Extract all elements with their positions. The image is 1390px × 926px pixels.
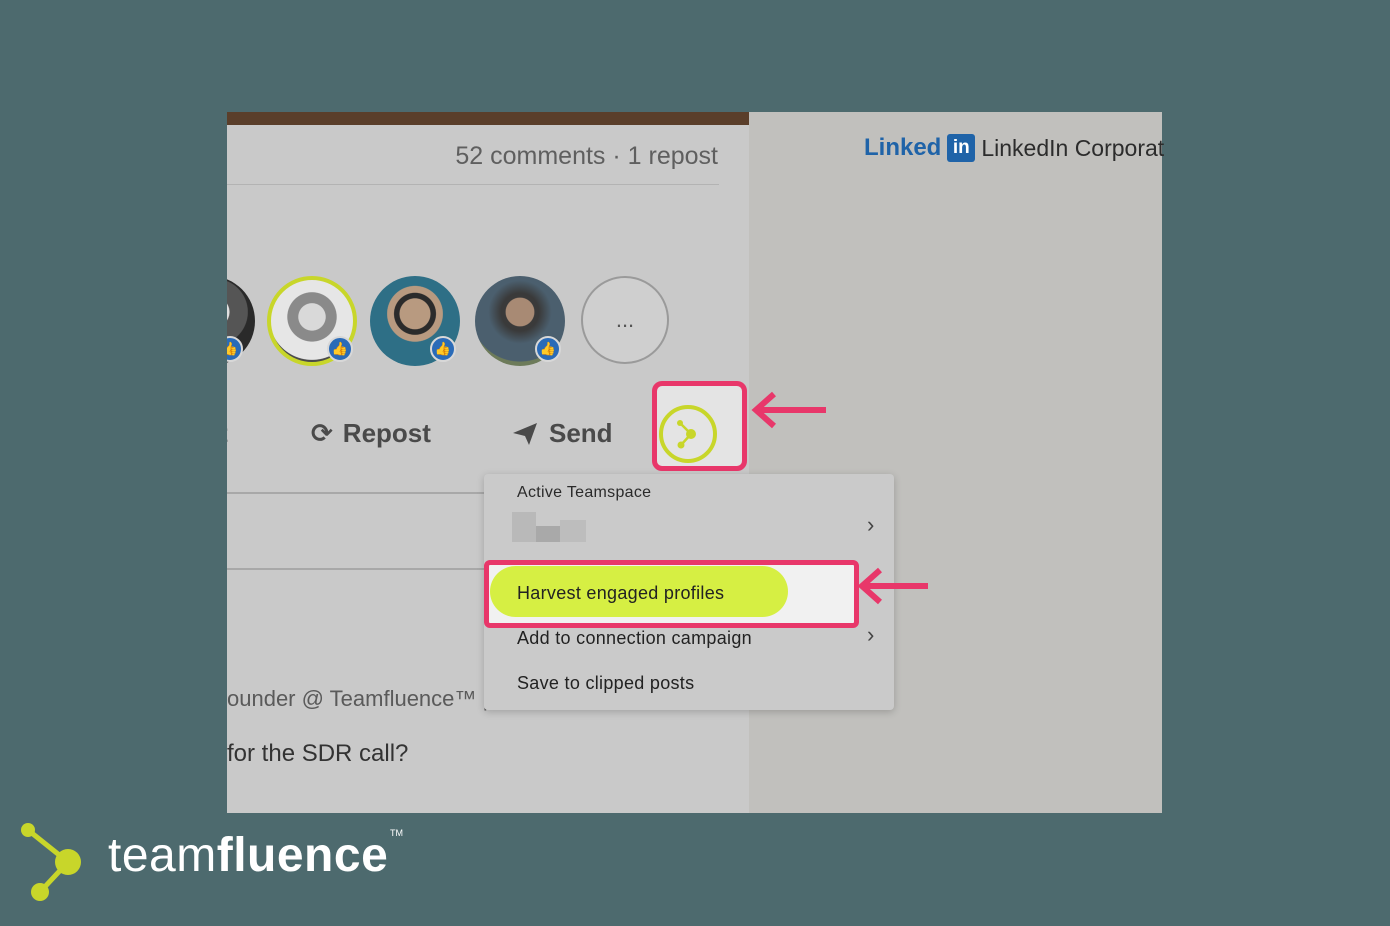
active-teamspace-label: Active Teamspace xyxy=(517,484,652,501)
send-icon xyxy=(513,422,537,445)
teamspace-avatar-pixelated xyxy=(536,526,560,542)
save-to-clipped-posts-item[interactable]: Save to clipped posts xyxy=(517,673,694,694)
annotation-arrow-icon xyxy=(857,567,928,605)
divider xyxy=(227,492,487,494)
repost-button[interactable]: ⟳ Repost xyxy=(311,418,431,449)
linkedin-in-icon: in xyxy=(947,134,976,162)
post-counts[interactable]: 52 comments · 1 repost xyxy=(455,142,718,171)
teamspace-avatar-pixelated xyxy=(512,512,536,542)
divider xyxy=(227,184,719,185)
teamspace-avatar-pixelated xyxy=(560,520,586,542)
linkedin-corporation-link[interactable]: Linked in LinkedIn Corporat xyxy=(864,134,1164,162)
linkedin-logo-word: Linked xyxy=(864,134,942,161)
like-icon: 👍 xyxy=(535,336,561,362)
linkedin-corp-text: LinkedIn Corporat xyxy=(981,134,1165,161)
like-icon: 👍 xyxy=(430,336,456,362)
chevron-right-icon[interactable]: › xyxy=(867,622,874,648)
send-label: Send xyxy=(549,418,613,448)
teamfluence-logo-icon xyxy=(21,823,81,901)
repost-icon: ⟳ xyxy=(311,418,333,448)
like-icon: 👍 xyxy=(327,336,353,362)
annotation-arrow-icon xyxy=(751,391,826,429)
repost-label: Repost xyxy=(342,418,431,448)
add-to-connection-campaign-item[interactable]: Add to connection campaign xyxy=(517,628,752,649)
trademark-mark: TM xyxy=(390,828,403,838)
reactor-avatar[interactable]: 👍 xyxy=(227,276,255,366)
reactor-avatar[interactable]: 👍 xyxy=(267,276,357,366)
more-reactors-button[interactable]: ... xyxy=(581,276,669,364)
comment-action-partial[interactable]: t xyxy=(227,418,228,449)
reactor-avatar[interactable]: 👍 xyxy=(370,276,460,366)
teamfluence-logo-icon xyxy=(677,420,696,449)
send-button[interactable]: Send xyxy=(511,418,613,449)
comment-text: for the SDR call? xyxy=(227,740,409,767)
teamfluence-wordmark: teamfluence xyxy=(108,829,389,882)
divider xyxy=(227,568,487,570)
teamfluence-brand: teamfluence TM xyxy=(18,820,418,910)
harvest-engaged-profiles-label[interactable]: Harvest engaged profiles xyxy=(517,583,724,604)
chevron-right-icon[interactable]: › xyxy=(867,512,874,538)
teamfluence-extension-button[interactable] xyxy=(659,405,717,463)
post-top-bar xyxy=(227,112,749,125)
commenter-headline: ounder @ Teamfluence™ | xyxy=(227,686,488,711)
reactor-avatar[interactable]: 👍 xyxy=(475,276,565,366)
